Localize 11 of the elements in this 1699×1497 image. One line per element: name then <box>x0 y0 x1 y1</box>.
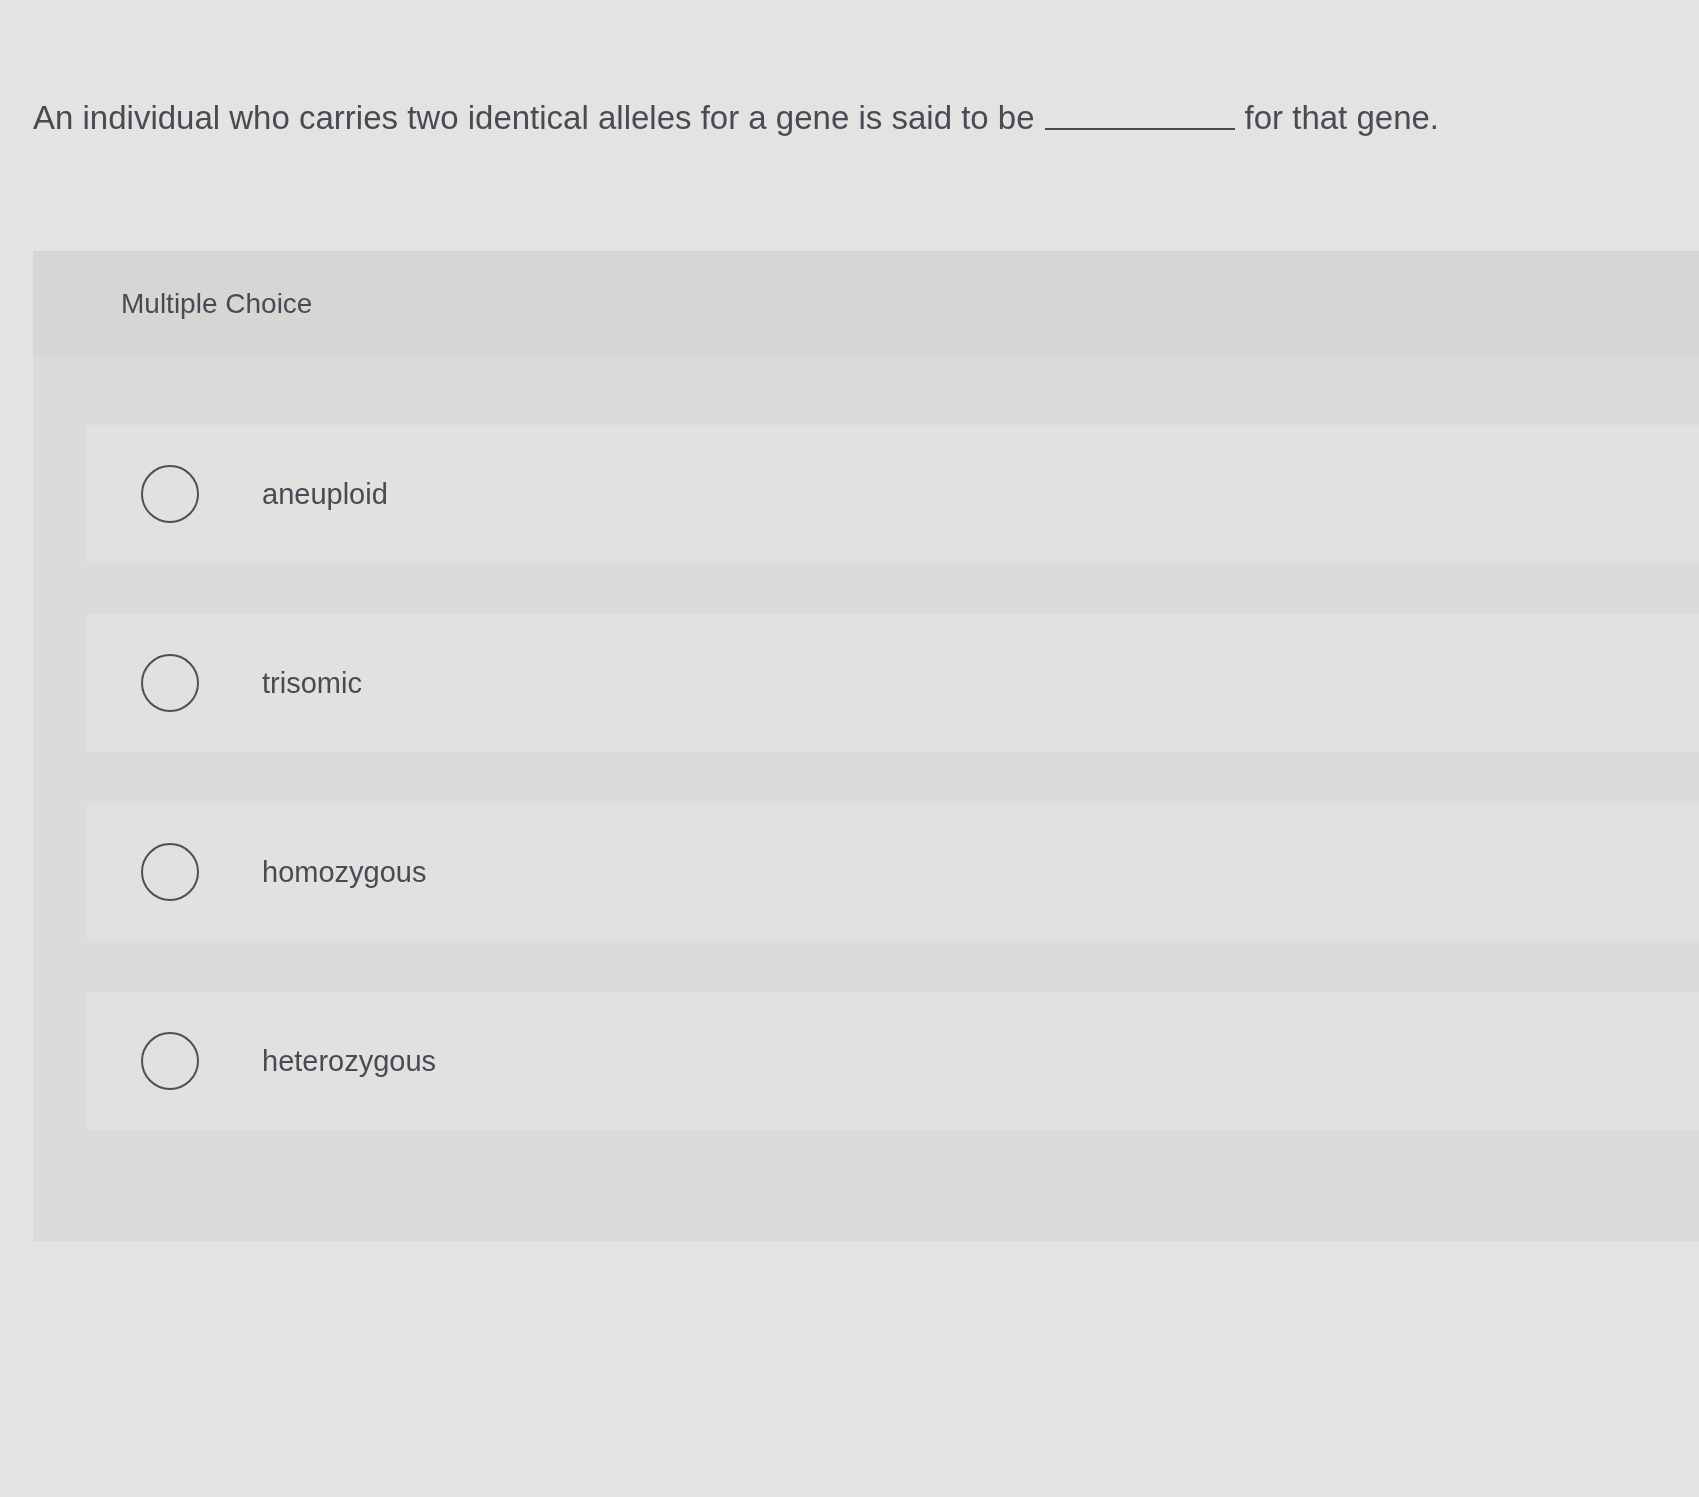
option-label: homozygous <box>262 855 427 889</box>
option-label: aneuploid <box>262 477 388 511</box>
question-text: for that gene. <box>1244 98 1440 138</box>
option-label: heterozygous <box>262 1044 437 1078</box>
option-label: trisomic <box>262 666 362 700</box>
radio-button[interactable] <box>141 1032 199 1090</box>
panel-heading: Multiple Choice <box>121 287 313 321</box>
radio-button[interactable] <box>141 843 199 901</box>
radio-button[interactable] <box>141 465 199 523</box>
question-text: An individual who carries two identical alleles for a gene is said to be <box>33 98 1035 138</box>
radio-button[interactable] <box>141 654 199 712</box>
